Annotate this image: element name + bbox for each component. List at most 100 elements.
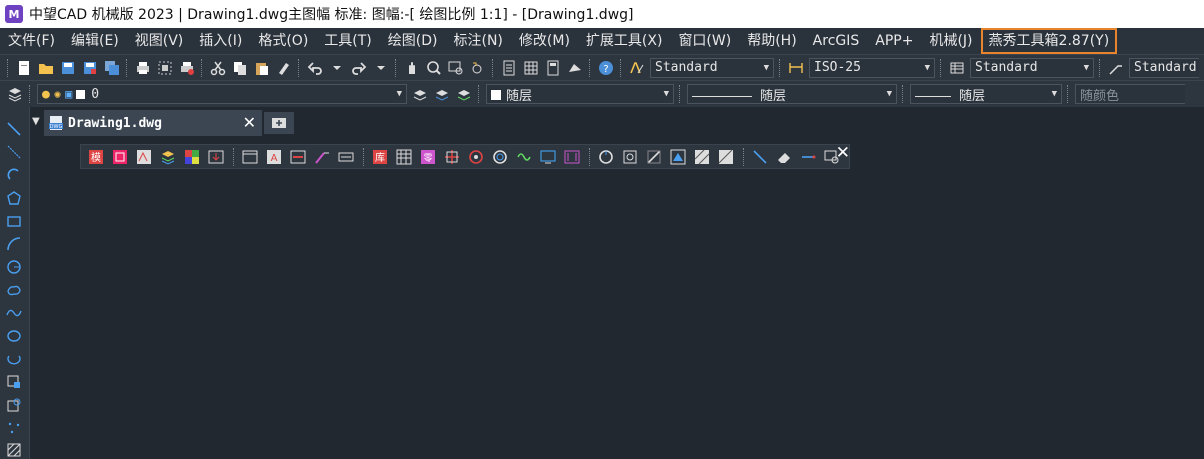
leader-tool-icon[interactable] (311, 147, 333, 167)
print-preview-icon[interactable] (154, 57, 176, 79)
make-current-layer-icon[interactable] (409, 83, 431, 105)
plotstyle-select[interactable]: 随颜色 (1075, 84, 1185, 104)
insert-tool-icon[interactable] (205, 147, 227, 167)
help-icon[interactable]: ? (595, 57, 617, 79)
save-icon[interactable] (57, 57, 79, 79)
eraser-tool-icon[interactable] (773, 147, 795, 167)
menu-dimension[interactable]: 标注(N) (446, 28, 511, 54)
menu-tools[interactable]: 工具(T) (316, 28, 379, 54)
ellipse-arc-icon[interactable] (4, 349, 24, 369)
toolbar-grip[interactable] (620, 58, 623, 77)
menu-file[interactable]: 文件(F) (0, 28, 63, 54)
layer-tool-icon[interactable] (157, 147, 179, 167)
frame-tool-icon[interactable] (239, 147, 261, 167)
toolbar-grip[interactable] (679, 85, 682, 103)
layer-previous-icon[interactable] (431, 83, 453, 105)
properties-icon[interactable] (498, 57, 520, 79)
line-tool-icon[interactable] (749, 147, 771, 167)
menu-extended-tools[interactable]: 扩展工具(X) (578, 28, 671, 54)
table-style-select[interactable]: Standard ▼ (970, 57, 1094, 78)
fill-tool-icon[interactable] (715, 147, 737, 167)
measure-tool-icon[interactable] (797, 147, 819, 167)
publish-icon[interactable] (176, 57, 198, 79)
toolbar-grip[interactable] (940, 58, 943, 77)
circle-icon[interactable] (4, 257, 24, 277)
redo-icon[interactable] (348, 57, 370, 79)
menu-insert[interactable]: 插入(I) (191, 28, 250, 54)
menu-draw[interactable]: 绘图(D) (380, 28, 446, 54)
color-tool-icon[interactable] (181, 147, 203, 167)
mold-tool-1-icon[interactable]: 模 (85, 147, 107, 167)
cut-icon[interactable] (207, 57, 229, 79)
toolbar-grip[interactable] (1099, 58, 1102, 77)
polygon-icon[interactable] (4, 188, 24, 208)
tab-list-dropdown-icon[interactable]: ▼ (32, 116, 40, 127)
redo-dropdown-icon[interactable] (370, 57, 392, 79)
menu-view[interactable]: 视图(V) (127, 28, 192, 54)
undo-icon[interactable] (304, 57, 326, 79)
mold-tool-3-icon[interactable] (133, 147, 155, 167)
multileader-style-icon[interactable] (1105, 57, 1127, 79)
zoom-realtime-icon[interactable] (423, 57, 445, 79)
arc-icon[interactable] (4, 234, 24, 254)
new-tab-button[interactable] (264, 112, 294, 134)
weld-tool-icon[interactable] (667, 147, 689, 167)
toolbar-grip[interactable] (478, 85, 481, 103)
layer-isolate-icon[interactable] (453, 83, 475, 105)
crosshair-tool-icon[interactable] (441, 147, 463, 167)
menu-arcgis[interactable]: ArcGIS (805, 28, 868, 54)
hole-tool-icon[interactable] (465, 147, 487, 167)
linetype-select[interactable]: 随层 ▼ (687, 84, 897, 104)
menu-app-plus[interactable]: APP+ (867, 28, 921, 54)
polyline-icon[interactable] (4, 165, 24, 185)
layer-manager-icon[interactable] (4, 83, 26, 105)
menu-format[interactable]: 格式(O) (250, 28, 316, 54)
zoom-window-icon[interactable] (445, 57, 467, 79)
tool-palette-icon[interactable] (542, 57, 564, 79)
library-tool-icon[interactable]: 库 (369, 147, 391, 167)
drawing-canvas[interactable] (31, 136, 1204, 459)
print-icon[interactable] (132, 57, 154, 79)
text-style-select[interactable]: Standard ▼ (650, 57, 774, 78)
save-all-icon[interactable] (101, 57, 123, 79)
zoom-previous-icon[interactable] (467, 57, 489, 79)
circle-tool-icon[interactable] (489, 147, 511, 167)
revision-cloud-icon[interactable] (4, 280, 24, 300)
paste-icon[interactable] (251, 57, 273, 79)
close-icon[interactable]: ✕ (243, 113, 256, 132)
hatch-tool-icon[interactable] (691, 147, 713, 167)
menu-help[interactable]: 帮助(H) (739, 28, 804, 54)
toolbar-grip[interactable] (779, 58, 782, 77)
slope-tool-icon[interactable] (643, 147, 665, 167)
menu-mechanical[interactable]: 机械(J) (921, 28, 980, 54)
construction-line-icon[interactable] (4, 142, 24, 162)
spline-icon[interactable] (4, 303, 24, 323)
copy-icon[interactable] (229, 57, 251, 79)
save-as-icon[interactable] (79, 57, 101, 79)
text-tool-icon[interactable]: A (263, 147, 285, 167)
screen-tool-icon[interactable] (537, 147, 559, 167)
toolbar-grip[interactable] (1067, 85, 1070, 103)
part-tool-icon[interactable]: 零 (417, 147, 439, 167)
open-folder-icon[interactable] (35, 57, 57, 79)
match-properties-icon[interactable] (273, 57, 295, 79)
ellipse-icon[interactable] (4, 326, 24, 346)
text-style-icon[interactable] (626, 57, 648, 79)
offset-tool-icon[interactable] (595, 147, 617, 167)
spring-tool-icon[interactable] (513, 147, 535, 167)
menu-yanxiu-toolbox[interactable]: 燕秀工具箱2.87(Y) (980, 28, 1118, 54)
menu-modify[interactable]: 修改(M) (511, 28, 578, 54)
pan-icon[interactable] (401, 57, 423, 79)
line-icon[interactable] (4, 119, 24, 139)
insert-block-icon[interactable] (4, 372, 24, 392)
new-file-icon[interactable] (13, 57, 35, 79)
tab-drawing1[interactable]: DWG Drawing1.dwg ✕ (44, 110, 262, 136)
menu-edit[interactable]: 编辑(E) (63, 28, 127, 54)
table-tool-icon[interactable] (393, 147, 415, 167)
multileader-style-select[interactable]: Standard (1129, 57, 1199, 78)
gear-tool-icon[interactable] (619, 147, 641, 167)
layer-select[interactable]: ● ✺ ▣ 0 ▼ (37, 84, 407, 104)
menu-window[interactable]: 窗口(W) (670, 28, 739, 54)
lineweight-select[interactable]: 随层 ▼ (910, 84, 1062, 104)
toolbar-grip[interactable] (902, 85, 905, 103)
